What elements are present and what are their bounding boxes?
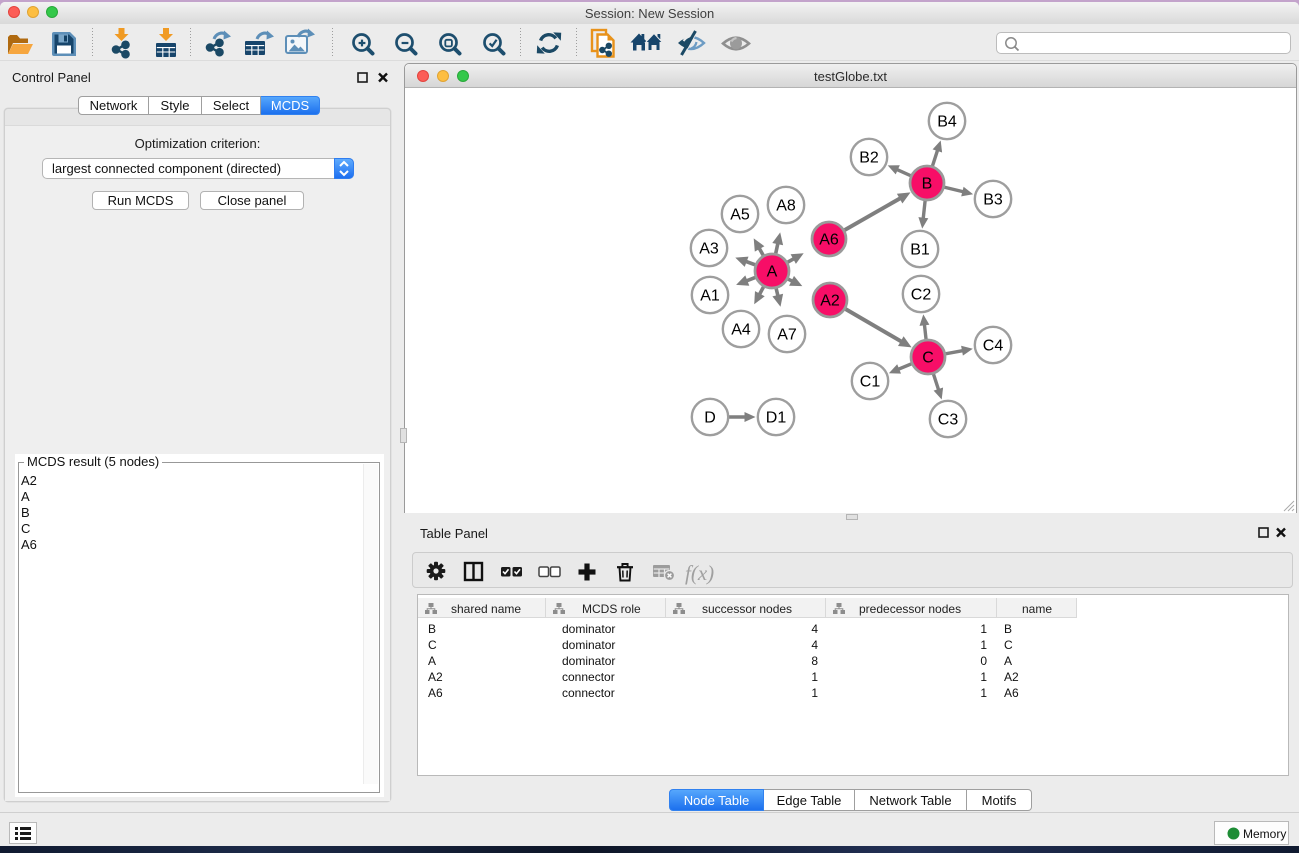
svg-text:B: B [922,176,933,193]
svg-text:C4: C4 [983,338,1004,355]
svg-text:D: D [704,410,716,427]
svg-text:shared name: shared name [451,602,521,616]
svg-text:f(x): f(x) [685,561,714,585]
svg-text:A2: A2 [820,293,840,310]
svg-text:A1: A1 [700,288,720,305]
svg-text:B3: B3 [983,192,1003,209]
svg-text:C: C [922,350,934,367]
svg-text:A4: A4 [731,322,751,339]
svg-text:A3: A3 [699,241,719,258]
svg-text:MCDS role: MCDS role [582,602,641,616]
svg-text:C2: C2 [911,287,932,304]
svg-text:B1: B1 [910,242,930,259]
svg-text:A: A [767,264,778,281]
svg-text:B2: B2 [859,150,879,167]
svg-text:predecessor nodes: predecessor nodes [859,602,961,616]
svg-text:C1: C1 [860,374,881,391]
svg-text:name: name [1022,602,1052,616]
svg-text:successor nodes: successor nodes [702,602,792,616]
svg-text:A5: A5 [730,207,750,224]
svg-text:B4: B4 [937,114,957,131]
svg-text:D1: D1 [766,410,787,427]
svg-text:C3: C3 [938,412,959,429]
svg-text:A8: A8 [776,198,796,215]
svg-text:A6: A6 [819,232,839,249]
svg-text:A7: A7 [777,327,797,344]
